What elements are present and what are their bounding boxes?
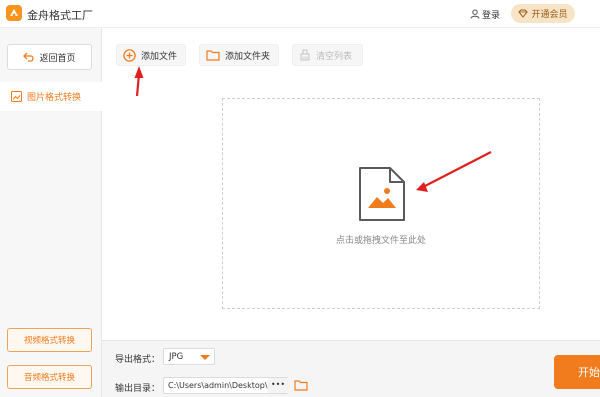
- sidebar-item-label: 图片格式转换: [27, 93, 82, 103]
- title-bar: 金舟格式工厂 登录 开通会员: [0, 0, 600, 28]
- add-file-button[interactable]: 添加文件: [116, 44, 186, 66]
- dir-label: 输出目录：: [115, 384, 161, 394]
- folder-open-icon[interactable]: [294, 379, 308, 391]
- format-value: JPG: [169, 351, 184, 362]
- footer-panel: 导出格式： JPG 输出目录： ••• 开始: [102, 340, 600, 397]
- sidebar: 返回首页 图片格式转换 视频格式转换 音频格式转换: [0, 28, 102, 397]
- vip-button[interactable]: 开通会员: [511, 4, 575, 23]
- add-folder-label: 添加文件夹: [225, 51, 271, 62]
- more-button[interactable]: •••: [268, 378, 288, 393]
- drop-hint: 点击或拖拽文件至此处: [335, 236, 426, 246]
- back-home-button[interactable]: 返回首页: [7, 44, 92, 70]
- add-folder-button[interactable]: 添加文件夹: [199, 44, 279, 66]
- plus-circle-icon: [123, 48, 136, 62]
- app-title: 金舟格式工厂: [27, 9, 93, 22]
- format-label: 导出格式：: [115, 355, 161, 365]
- drop-zone[interactable]: 点击或拖拽文件至此处: [222, 98, 540, 309]
- clear-icon: [300, 49, 310, 61]
- audio-convert-button[interactable]: 音频格式转换: [7, 365, 92, 389]
- back-home-label: 返回首页: [39, 53, 76, 64]
- diamond-icon: [518, 9, 529, 18]
- clear-list-label: 清空列表: [316, 51, 353, 62]
- user-icon: [470, 9, 480, 19]
- video-convert-label: 视频格式转换: [23, 336, 75, 346]
- app-logo-icon: [6, 5, 22, 21]
- image-file-icon: [359, 167, 405, 221]
- add-file-label: 添加文件: [141, 51, 178, 62]
- chevron-down-icon: [200, 355, 210, 360]
- login-button[interactable]: 登录: [470, 7, 500, 21]
- start-label: 开始: [578, 366, 600, 379]
- folder-icon: [206, 50, 220, 61]
- arrow-to-add-file: [134, 66, 144, 97]
- start-button[interactable]: 开始: [554, 355, 600, 389]
- clear-list-button[interactable]: 清空列表: [292, 44, 363, 66]
- vip-label: 开通会员: [531, 10, 568, 20]
- login-label: 登录: [482, 10, 501, 21]
- back-arrow-icon: [23, 52, 35, 62]
- format-select[interactable]: JPG: [163, 348, 215, 365]
- video-convert-button[interactable]: 视频格式转换: [7, 328, 92, 352]
- audio-convert-label: 音频格式转换: [23, 373, 75, 383]
- sidebar-item-image-convert[interactable]: 图片格式转换: [0, 82, 102, 111]
- image-icon: [11, 91, 22, 102]
